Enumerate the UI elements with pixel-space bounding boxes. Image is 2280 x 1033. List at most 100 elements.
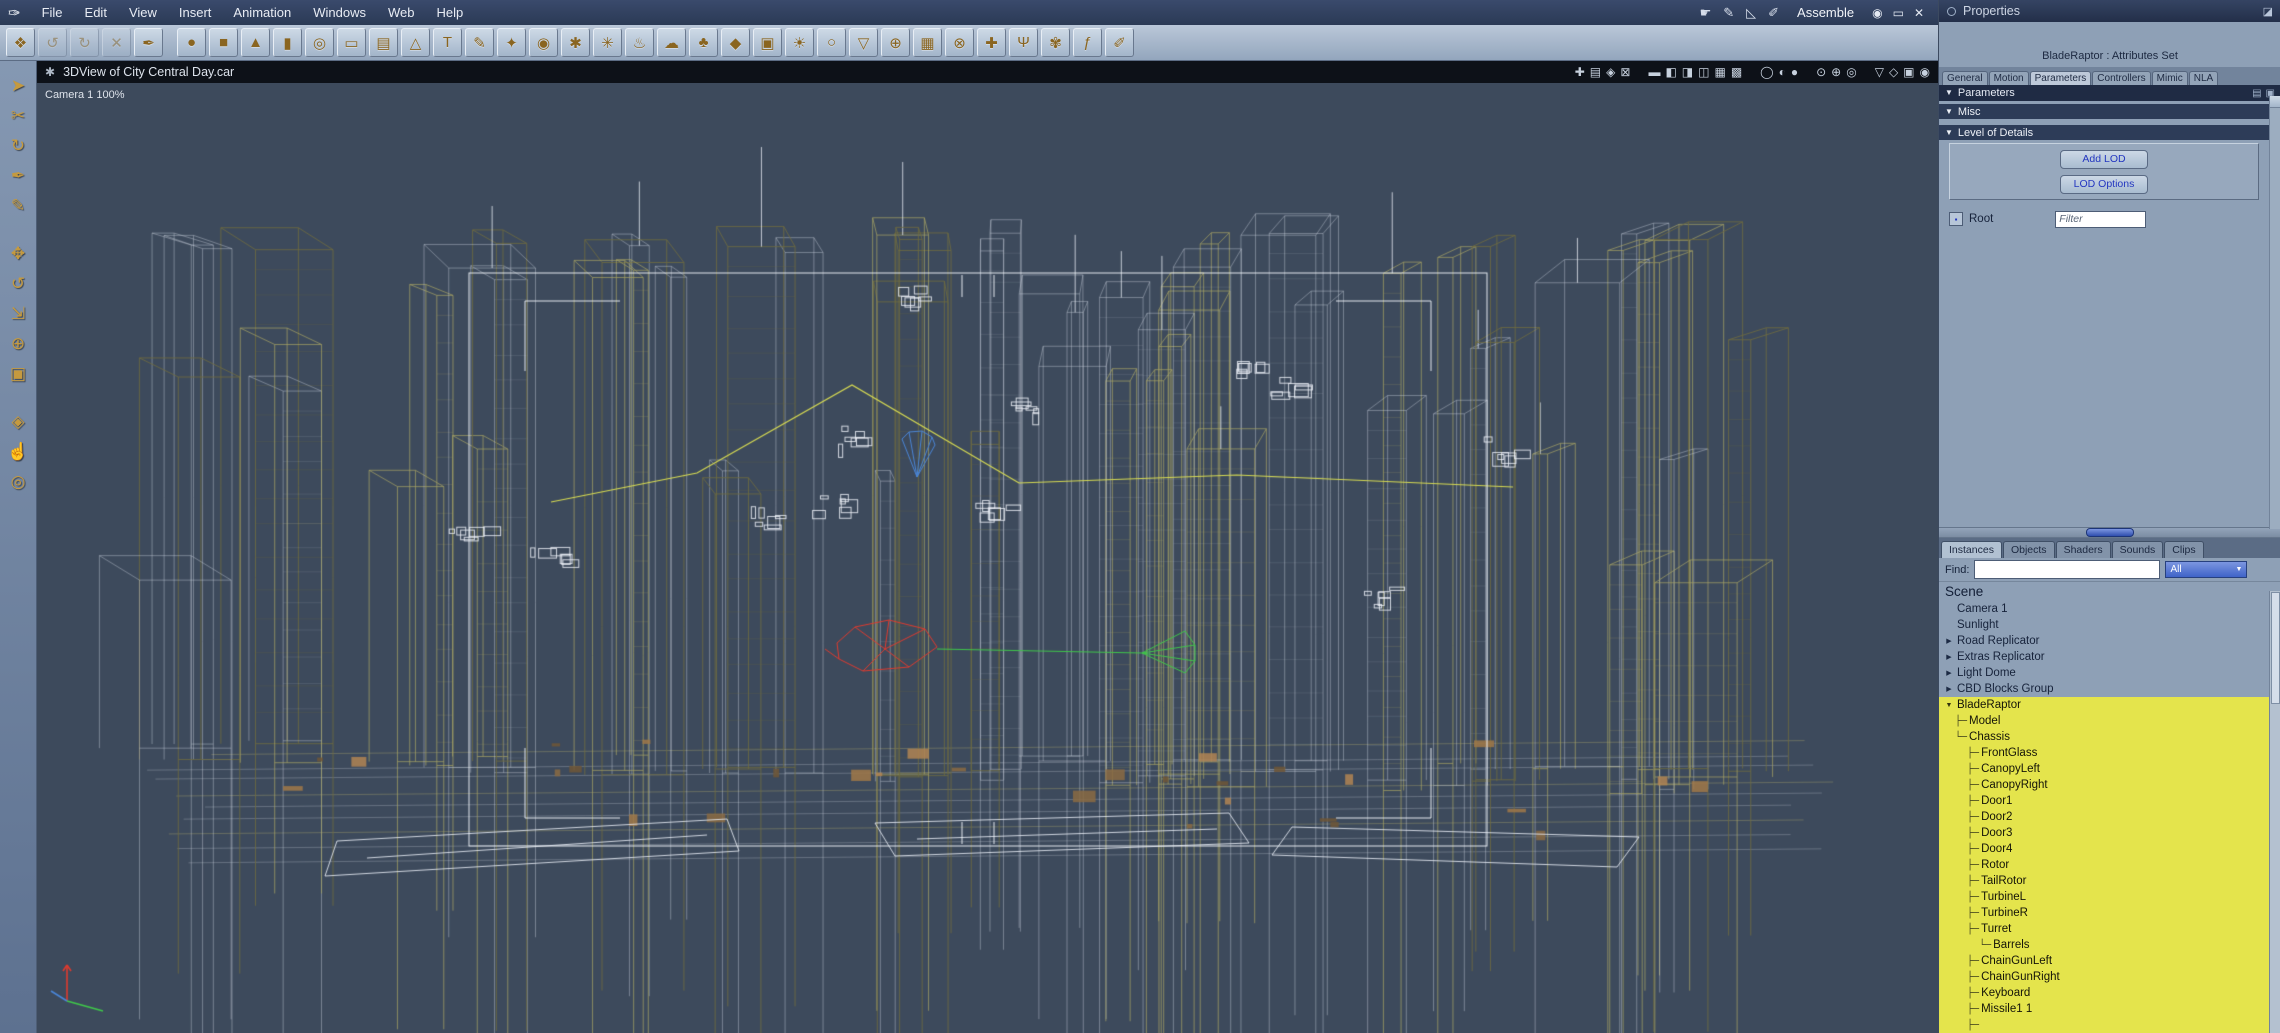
properties-scrollbar[interactable]: [2269, 96, 2280, 529]
add-lod-button[interactable]: Add LOD: [2060, 149, 2148, 169]
tree-item-extras-replicator[interactable]: ▶ Extras Replicator: [1939, 649, 2280, 665]
tree-item-keyboard[interactable]: ├─ Keyboard: [1939, 985, 2280, 1001]
text-tool-icon[interactable]: T: [433, 28, 462, 57]
production-frame-icon[interactable]: ▽: [1875, 66, 1884, 78]
infinite-plane-tool-icon[interactable]: ▤: [369, 28, 398, 57]
tree-scrollbar[interactable]: [2269, 591, 2280, 1033]
menu-help[interactable]: Help: [425, 5, 474, 20]
camera-track-icon[interactable]: ⊙: [1816, 66, 1826, 78]
misc-section-bar[interactable]: ▼ Misc: [1939, 104, 2269, 119]
collapse-icon[interactable]: ▼: [1943, 702, 1955, 709]
viewport-menu-icon[interactable]: ✱: [45, 65, 55, 79]
terrain-tool-icon[interactable]: △: [401, 28, 430, 57]
lasso-icon[interactable]: ✂: [11, 107, 25, 124]
layout-right-split-icon[interactable]: ◨: [1682, 66, 1693, 78]
plane-tool-icon[interactable]: ▭: [337, 28, 366, 57]
parameters-section-bar[interactable]: ▼ Parameters ▤ ▣: [1939, 85, 2280, 101]
lock-view-icon[interactable]: ◈: [1606, 66, 1615, 78]
camera-tool-icon[interactable]: ▣: [753, 28, 782, 57]
tree-item-item[interactable]: ├─: [1939, 1017, 2280, 1033]
cone-tool-icon[interactable]: ▲: [241, 28, 270, 57]
tree-item-missile1-1[interactable]: ├─ Missile1 1: [1939, 1001, 2280, 1017]
tree-item-door2[interactable]: ├─ Door2: [1939, 809, 2280, 825]
layout-vertical-icon[interactable]: ◫: [1698, 66, 1709, 78]
menu-animation[interactable]: Animation: [222, 5, 302, 20]
tab-motion[interactable]: Motion: [1988, 71, 2029, 85]
spot-light-tool-icon[interactable]: ▽: [849, 28, 878, 57]
tree-item-canopyright[interactable]: ├─ CanopyRight: [1939, 777, 2280, 793]
cylinder-tool-icon[interactable]: ▮: [273, 28, 302, 57]
tree-item-turbinel[interactable]: ├─ TurbineL: [1939, 889, 2280, 905]
wireframe-mode-icon[interactable]: ◯: [1760, 66, 1773, 78]
fountain-tool-icon[interactable]: ✳: [593, 28, 622, 57]
menu-windows[interactable]: Windows: [302, 5, 377, 20]
move-tool-icon[interactable]: ✥: [11, 245, 25, 262]
collapse-lod-icon[interactable]: ▼: [1945, 128, 1953, 137]
boolean-tool-icon[interactable]: ⊗: [945, 28, 974, 57]
render-settings-icon[interactable]: ▣: [1903, 66, 1914, 78]
target-helper-tool-icon[interactable]: ⊕: [881, 28, 910, 57]
knife-icon[interactable]: ✒: [11, 167, 25, 184]
bulb-light-tool-icon[interactable]: ○: [817, 28, 846, 57]
expand-icon[interactable]: ▶: [1943, 670, 1955, 677]
bone-tool-icon[interactable]: Ψ: [1009, 28, 1038, 57]
tree-item-canopyleft[interactable]: ├─ CanopyLeft: [1939, 761, 2280, 777]
find-filter-select[interactable]: All ▼: [2165, 561, 2248, 578]
cloud-tool-icon[interactable]: ☁: [657, 28, 686, 57]
tree-item-barrels[interactable]: └─ Barrels: [1939, 937, 2280, 953]
tab-mimic[interactable]: Mimic: [2151, 71, 2188, 85]
tree-item-bladeraptor[interactable]: ▼ BladeRaptor: [1939, 697, 2280, 713]
splitter-handle[interactable]: [2086, 528, 2134, 537]
collapse-parameters-icon[interactable]: ▼: [1945, 89, 1953, 97]
metaball-tool-icon[interactable]: ◉: [529, 28, 558, 57]
collapse-misc-icon[interactable]: ▼: [1945, 107, 1953, 116]
gouraud-mode-icon[interactable]: ◐: [1779, 66, 1786, 78]
spline-object-tool-icon[interactable]: ✎: [465, 28, 494, 57]
tree-item-frontglass[interactable]: ├─ FrontGlass: [1939, 745, 2280, 761]
tab-parameters[interactable]: Parameters: [2029, 71, 2092, 85]
expand-icon[interactable]: ▶: [1943, 686, 1955, 693]
camera-bank-icon[interactable]: ◎: [1846, 66, 1856, 78]
reference-box-icon[interactable]: ▣: [10, 365, 26, 382]
menu-file[interactable]: File: [31, 5, 74, 20]
panel-splitter[interactable]: [1939, 527, 2280, 538]
setsquare-icon[interactable]: ◺: [1746, 5, 1756, 21]
lod-options-button[interactable]: LOD Options: [2060, 174, 2148, 194]
scene-3d-view[interactable]: [37, 83, 1938, 1033]
vertex-object-tool-icon[interactable]: ✦: [497, 28, 526, 57]
modifier-tool-icon[interactable]: ✚: [977, 28, 1006, 57]
cube-tool-icon[interactable]: ■: [209, 28, 238, 57]
rotate-view-icon[interactable]: ↻: [11, 137, 25, 154]
menu-edit[interactable]: Edit: [74, 5, 118, 20]
safe-frame-icon[interactable]: ◇: [1889, 66, 1898, 78]
tree-item-chaingunright[interactable]: ├─ ChainGunRight: [1939, 969, 2280, 985]
tree-item-door4[interactable]: ├─ Door4: [1939, 841, 2280, 857]
wrench-tool-icon[interactable]: ✐: [1105, 28, 1134, 57]
tree-item-sunlight[interactable]: Sunlight: [1939, 617, 2280, 633]
torus-tool-icon[interactable]: ◎: [305, 28, 334, 57]
tree-item-cbd-blocks-group[interactable]: ▶ CBD Blocks Group: [1939, 681, 2280, 697]
expand-icon[interactable]: ▶: [1943, 654, 1955, 661]
find-input[interactable]: [1974, 560, 2161, 579]
close-icon[interactable]: ✕: [1914, 6, 1924, 20]
tree-item-chassis[interactable]: └─ Chassis: [1939, 729, 2280, 745]
panel-menu-icon[interactable]: ◪: [2263, 5, 2273, 18]
tree-item-turbiner[interactable]: ├─ TurbineR: [1939, 905, 2280, 921]
paint-select-icon[interactable]: ❖: [6, 28, 35, 57]
tree-item-chaingunleft[interactable]: ├─ ChainGunLeft: [1939, 953, 2280, 969]
tree-item-tailrotor[interactable]: ├─ TailRotor: [1939, 873, 2280, 889]
pan-hand-icon[interactable]: ☝: [7, 443, 28, 460]
brush-icon[interactable]: ✎: [11, 197, 25, 214]
hotpoint-tool-icon[interactable]: ⊕: [11, 335, 25, 352]
menu-view[interactable]: View: [118, 5, 168, 20]
menu-insert[interactable]: Insert: [168, 5, 223, 20]
marker-icon[interactable]: ✒: [134, 28, 163, 57]
scrollbar-cap[interactable]: [2270, 96, 2280, 108]
root-state-icon[interactable]: ▪: [1949, 212, 1963, 226]
eyedropper-icon[interactable]: ◈: [11, 413, 24, 430]
zoom-tool-icon[interactable]: ◎: [11, 473, 26, 490]
close-view-icon[interactable]: ⊠: [1620, 66, 1630, 78]
tree-item-door1[interactable]: ├─ Door1: [1939, 793, 2280, 809]
tree-item-turret[interactable]: ├─ Turret: [1939, 921, 2280, 937]
rotate-tool-icon[interactable]: ↺: [11, 275, 25, 292]
